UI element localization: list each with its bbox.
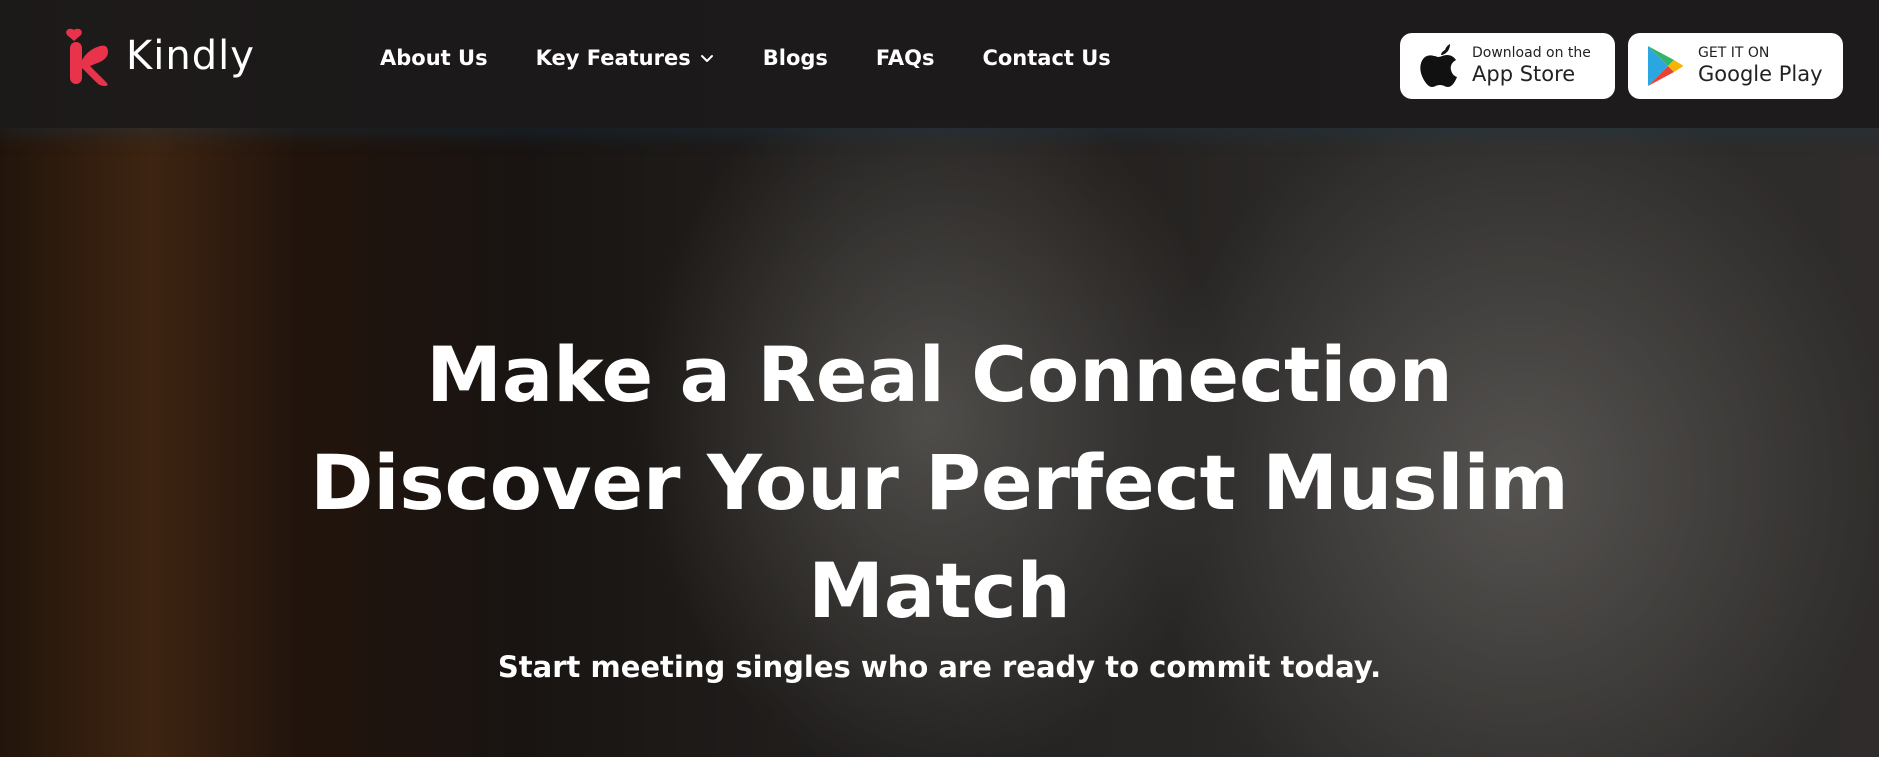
brand-name: Kindly xyxy=(126,33,255,79)
nav-faqs[interactable]: FAQs xyxy=(876,46,935,70)
hero-headline: Make a Real Connection Discover Your Per… xyxy=(0,321,1879,645)
hero-headline-line-3: Match xyxy=(808,545,1071,635)
google-play-small-label: GET IT ON xyxy=(1698,45,1770,61)
google-play-big-label: Google Play xyxy=(1698,62,1823,86)
app-store-text: Download on the App Store xyxy=(1472,45,1591,87)
chevron-down-icon xyxy=(700,55,713,62)
nav-about-us[interactable]: About Us xyxy=(380,46,488,70)
nav-faqs-label: FAQs xyxy=(875,46,935,70)
google-play-text: GET IT ON Google Play xyxy=(1698,45,1823,87)
nav-key-features-label: Key Features xyxy=(535,46,691,70)
nav-contact-us-label: Contact Us xyxy=(982,46,1111,70)
app-store-button[interactable]: Download on the App Store xyxy=(1400,33,1615,99)
google-play-icon xyxy=(1648,46,1683,86)
kindly-logo-icon xyxy=(66,28,108,86)
nav-key-features[interactable]: Key Features xyxy=(536,46,715,70)
apple-icon xyxy=(1420,44,1457,87)
app-store-small-label: Download on the xyxy=(1472,45,1591,61)
navbar: Kindly About Us Key Features Blogs FAQs … xyxy=(0,0,1879,128)
hero-subtitle: Start meeting singles who are ready to c… xyxy=(497,650,1382,684)
hero-headline-line-2: Discover Your Perfect Muslim xyxy=(310,437,1569,527)
google-play-button[interactable]: GET IT ON Google Play xyxy=(1628,33,1843,99)
nav-blogs[interactable]: Blogs xyxy=(763,46,828,70)
hero-headline-line-1: Make a Real Connection xyxy=(426,329,1453,419)
nav-contact-us[interactable]: Contact Us xyxy=(982,46,1110,70)
brand-logo[interactable]: Kindly xyxy=(64,28,255,88)
nav-blogs-label: Blogs xyxy=(762,46,828,70)
app-store-big-label: App Store xyxy=(1472,62,1576,86)
main-nav: About Us Key Features Blogs FAQs Contact… xyxy=(380,46,1111,70)
nav-about-us-label: About Us xyxy=(380,46,488,70)
